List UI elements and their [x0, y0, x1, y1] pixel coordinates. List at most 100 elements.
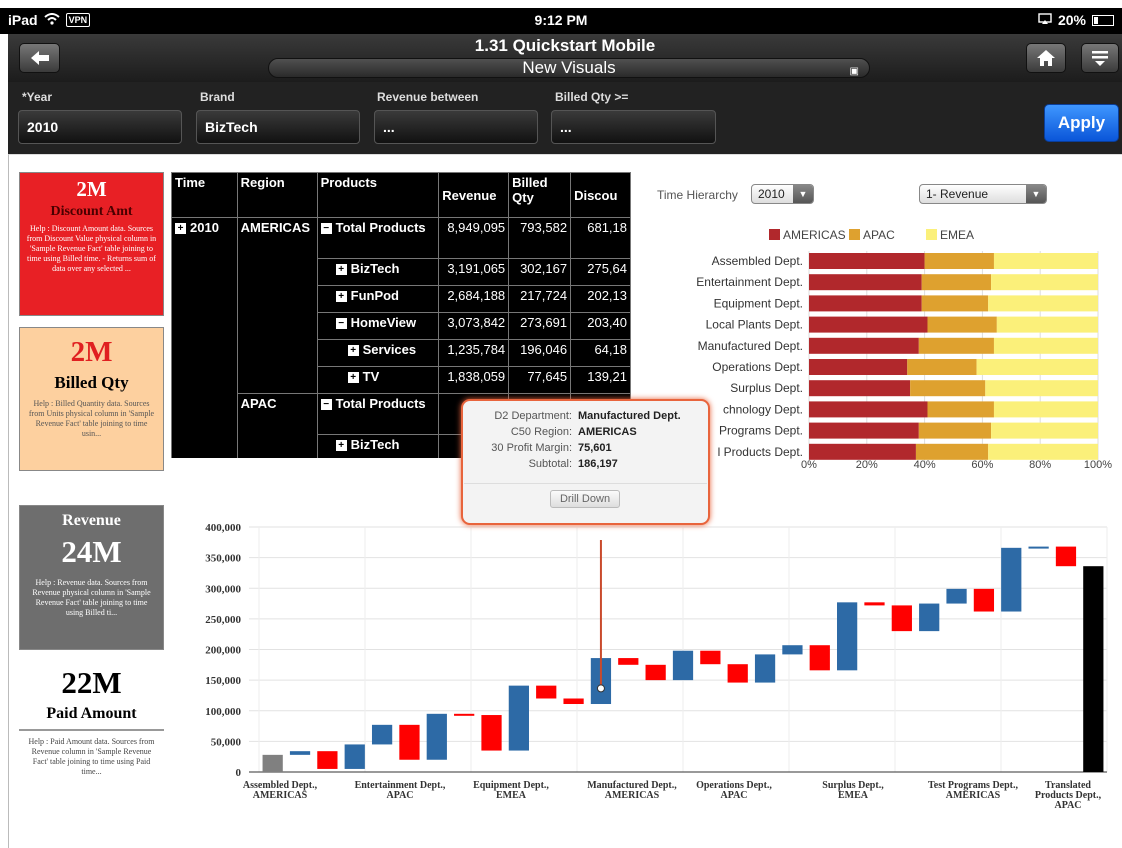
region-cell-apac[interactable]: APAC: [236, 393, 318, 458]
kpi-billed-qty[interactable]: 2M Billed Qty Help : Billed Quantity dat…: [19, 327, 164, 471]
expand-icon[interactable]: +: [347, 345, 359, 357]
product-cell[interactable]: − HomeView: [316, 312, 440, 340]
waterfall-bar: [973, 588, 995, 612]
product-cell[interactable]: + BizTech: [316, 258, 440, 286]
waterfall-bar: [1083, 566, 1104, 772]
bar-segment: [915, 443, 989, 460]
region-cell-americas[interactable]: AMERICAS: [236, 217, 318, 394]
legend-label: AMERICAS: [783, 228, 846, 242]
col-header-products[interactable]: Products: [316, 172, 440, 218]
popup-key-subtotal: Subtotal:: [528, 458, 572, 470]
bar-segment: [988, 443, 1098, 460]
expand-icon[interactable]: +: [335, 264, 347, 276]
product-cell[interactable]: + Services: [316, 339, 440, 367]
waterfall-bar: [645, 664, 666, 681]
collapse-icon[interactable]: −: [320, 223, 332, 235]
bar-segment: [976, 359, 1098, 375]
y-category-label: Programs Dept.: [719, 424, 803, 438]
popup-value-region: AMERICAS: [578, 426, 637, 438]
revenue-cell: 3,191,065: [438, 258, 510, 286]
x-tick-label: 80%: [1029, 459, 1051, 471]
product-label: BizTech: [350, 437, 400, 452]
popup-divider: [464, 483, 707, 484]
y-category-label: Entertainment Dept.: [696, 275, 803, 289]
revenue-cell: 3,073,842: [438, 312, 510, 340]
kpi-paid-amount[interactable]: 22M Paid Amount Help : Paid Amount data.…: [19, 661, 164, 801]
waterfall-bar: [618, 658, 639, 665]
ipad-screen: iPad VPN 9:12 PM 20% 1.31 Quickstart Mob…: [0, 0, 1122, 848]
kpi-discount-help: Help : Discount Amount data. Sources fro…: [26, 224, 157, 273]
col-header-revenue[interactable]: Revenue: [438, 172, 510, 218]
popup-key-profit-margin: 30 Profit Margin:: [491, 442, 572, 454]
prompt-bar: *Year 2010 Brand BizTech Revenue between…: [8, 82, 1122, 154]
billed-qty-cell: 793,582: [508, 217, 572, 259]
revenue-between-field[interactable]: ...: [374, 110, 538, 144]
product-label: HomeView: [350, 315, 417, 330]
year-field[interactable]: 2010: [18, 110, 182, 144]
x-category-label: Surplus Dept., EMEA: [822, 780, 884, 801]
brand-field[interactable]: BizTech: [196, 110, 360, 144]
waterfall-bar: [508, 685, 529, 751]
bar-segment: [910, 380, 986, 397]
expand-icon[interactable]: +: [335, 291, 347, 303]
waterfall-bar: [891, 605, 912, 632]
time-hierarchy-select[interactable]: 2010 ▼: [751, 184, 814, 204]
billed-qty-field[interactable]: ...: [551, 110, 716, 144]
brand-label: Brand: [200, 90, 235, 104]
waterfall-bar: [426, 713, 447, 760]
kpi-discount-amt[interactable]: 2M Discount Amt Help : Discount Amount d…: [19, 172, 164, 316]
waterfall-bar: [754, 654, 776, 683]
bar-segment: [907, 359, 977, 375]
bar-segment: [918, 422, 992, 439]
waterfall-bar: [344, 744, 365, 769]
product-cell[interactable]: − Total Products: [316, 393, 440, 435]
x-category-label: Test Programs Dept., AMERICAS: [928, 780, 1018, 801]
product-cell[interactable]: + BizTech: [316, 434, 440, 458]
product-cell[interactable]: + FunPod: [316, 285, 440, 313]
billed-qty-cell: 273,691: [508, 312, 572, 340]
waterfall-bar: [809, 645, 830, 671]
measure-select[interactable]: 1- Revenue ▼: [919, 184, 1047, 204]
product-label: BizTech: [350, 261, 400, 276]
product-cell[interactable]: + TV: [316, 366, 440, 394]
col-header-discount[interactable]: Discou: [570, 172, 631, 218]
waterfall-bar: [1001, 547, 1022, 612]
collapse-icon[interactable]: −: [320, 399, 332, 411]
legend-label: APAC: [863, 228, 895, 242]
selected-point-marker: [596, 684, 605, 693]
bar-segment: [809, 274, 922, 291]
revenue-between-label: Revenue between: [377, 90, 479, 104]
bar-segment: [991, 422, 1098, 439]
expand-icon[interactable]: +: [175, 223, 186, 235]
expand-icon[interactable]: +: [335, 440, 347, 452]
dashboard-page-selector[interactable]: New Visuals ▣: [268, 58, 870, 78]
time-cell[interactable]: +2010: [171, 217, 238, 458]
y-category-label: Manufactured Dept.: [698, 339, 803, 353]
collapse-icon[interactable]: −: [335, 318, 347, 330]
col-header-billed-qty[interactable]: Billed Qty: [508, 172, 572, 218]
apply-button[interactable]: Apply: [1044, 104, 1119, 142]
kpi-revenue[interactable]: Revenue 24M Help : Revenue data. Sources…: [19, 505, 164, 650]
waterfall-bar: [919, 603, 940, 632]
home-icon: [1036, 50, 1056, 71]
home-button[interactable]: [1026, 43, 1066, 73]
product-cell[interactable]: − Total Products: [316, 217, 440, 259]
bar-segment: [993, 253, 1098, 269]
expand-icon[interactable]: +: [347, 372, 359, 384]
x-tick-label: 60%: [971, 459, 993, 471]
col-header-time[interactable]: Time: [171, 172, 238, 218]
chevron-down-icon: ▼: [1026, 185, 1046, 203]
col-header-region[interactable]: Region: [236, 172, 318, 218]
x-tick-label: 20%: [856, 459, 878, 471]
drill-down-button[interactable]: Drill Down: [550, 490, 620, 508]
billed-qty-label: Billed Qty >=: [555, 90, 629, 104]
menu-icon: [1091, 51, 1109, 71]
y-category-label: Assembled Dept.: [712, 254, 803, 268]
y-tick-label: 350,000: [205, 553, 241, 565]
kpi-revenue-value: 24M: [61, 534, 122, 569]
revenue-cell: 8,949,095: [438, 217, 510, 259]
billed-qty-cell: 217,724: [508, 285, 572, 313]
product-label: Total Products: [335, 220, 426, 235]
menu-button[interactable]: [1081, 43, 1119, 73]
nav-bar: 1.31 Quickstart Mobile New Visuals ▣: [8, 34, 1122, 82]
